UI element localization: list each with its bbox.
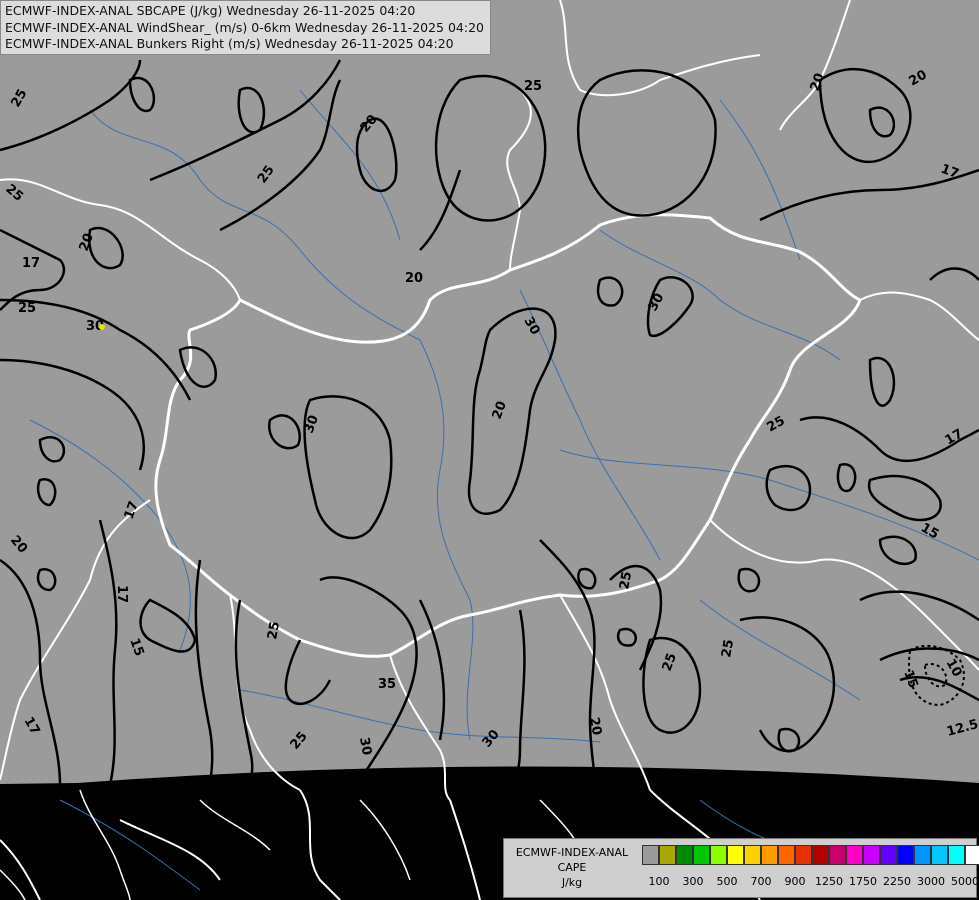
cape-patch <box>99 324 105 330</box>
colorbar-tick-label: 500 <box>716 875 738 888</box>
colorbar-swatch <box>863 845 880 865</box>
cape-colorbar: ECMWF-INDEX-ANAL CAPE J/kg 100 300 500 700 9… <box>503 838 979 898</box>
colorbar-swatch <box>778 845 795 865</box>
colorbar-swatches <box>642 845 979 865</box>
colorbar-title-model: ECMWF-INDEX-ANAL <box>515 846 629 859</box>
colorbar-swatch <box>829 845 846 865</box>
contour-label: 20 <box>405 271 423 286</box>
contour-label: 17 <box>114 585 129 603</box>
colorbar-title-unit: J/kg <box>561 876 583 889</box>
colorbar-swatch <box>812 845 829 865</box>
colorbar-swatch <box>744 845 761 865</box>
contour-label: 25 <box>18 301 36 316</box>
colorbar-swatch <box>676 845 693 865</box>
colorbar-tick-label: 100 <box>648 875 670 888</box>
colorbar-swatch <box>948 845 965 865</box>
colorbar-swatch <box>659 845 676 865</box>
map-canvas: 25 25 20 25 20 25 17 20 25 30 20 30 30 3… <box>0 0 979 900</box>
colorbar-swatch <box>965 845 979 865</box>
colorbar-swatch <box>761 845 778 865</box>
colorbar-swatch <box>693 845 710 865</box>
contour-label: 30 <box>356 736 374 756</box>
contour-label: 25 <box>719 638 737 658</box>
colorbar-swatch <box>795 845 812 865</box>
colorbar-swatch <box>710 845 727 865</box>
colorbar-tick-label: 1250 <box>815 875 843 888</box>
contour-label: 20 <box>586 716 604 736</box>
colorbar-title-param: CAPE <box>557 861 587 874</box>
colorbar-tick-label: 700 <box>750 875 772 888</box>
weather-map: 25 25 20 25 20 25 17 20 25 30 20 30 30 3… <box>0 0 979 900</box>
colorbar-tick-label: 2250 <box>883 875 911 888</box>
colorbar-tick-label: 300 <box>682 875 704 888</box>
contour-label: 25 <box>524 79 542 94</box>
contour-label: 35 <box>378 677 396 692</box>
colorbar-swatch <box>897 845 914 865</box>
contour-label: 25 <box>265 620 283 640</box>
header-line-sbcape: ECMWF-INDEX-ANAL SBCAPE (J/kg) Wednesday… <box>5 3 416 18</box>
colorbar-swatch <box>931 845 948 865</box>
header-line-bunkers: ECMWF-INDEX-ANAL Bunkers Right (m/s) Wed… <box>5 36 454 51</box>
colorbar-title: ECMWF-INDEX-ANAL CAPE J/kg <box>506 845 638 890</box>
colorbar-tick-label: 5000 <box>951 875 979 888</box>
header-line-windshear: ECMWF-INDEX-ANAL WindShear_ (m/s) 0-6km … <box>5 19 484 35</box>
colorbar-tick-labels: 100 300 500 700 900 1250 1750 2250 3000 5000 <box>642 875 979 889</box>
contour-label: 25 <box>617 570 635 590</box>
colorbar-tick-label: 900 <box>784 875 806 888</box>
colorbar-swatch <box>642 845 659 865</box>
colorbar-tick-label: 3000 <box>917 875 945 888</box>
colorbar-swatch <box>846 845 863 865</box>
outer-borders <box>0 789 591 900</box>
header-legend: ECMWF-INDEX-ANAL SBCAPE (J/kg) Wednesday… <box>0 0 491 55</box>
colorbar-swatch <box>727 845 744 865</box>
colorbar-swatch <box>880 845 897 865</box>
colorbar-swatch <box>914 845 931 865</box>
colorbar-tick-label: 1750 <box>849 875 877 888</box>
